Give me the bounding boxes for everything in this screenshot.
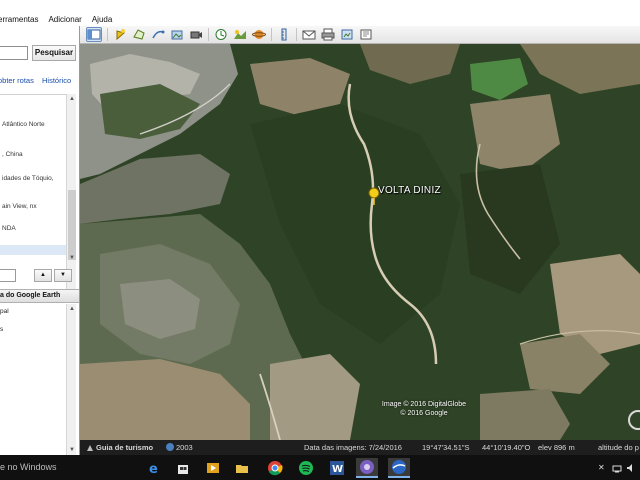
get-directions-link[interactable]: obter rotas [0, 76, 34, 85]
tour-guide-label[interactable]: Guia de turismo [96, 443, 153, 452]
edge-icon[interactable]: e [143, 458, 165, 478]
search-results-list: Atlântico Norte , China idades de Tóquio… [0, 94, 66, 282]
search-links: obter rotas Histórico [0, 76, 79, 88]
polygon-tool-icon[interactable] [131, 27, 147, 42]
ruler-icon[interactable] [276, 27, 292, 42]
results-nav-row: ▲ ▼ [0, 268, 79, 284]
list-item[interactable]: s [0, 326, 3, 333]
satellite-imagery [80, 44, 640, 440]
sunlight-icon[interactable] [232, 27, 248, 42]
next-button[interactable]: ▼ [54, 269, 72, 282]
word-icon[interactable]: W [326, 458, 348, 478]
placemark-label[interactable]: VOLTA DINIZ [378, 185, 441, 196]
latitude-readout: 19°47'34.51"S [422, 443, 470, 452]
sidebar-panel: Pesquisar obter rotas Histórico Atlântic… [0, 26, 80, 456]
svg-text:e: e [149, 462, 158, 475]
earth-app-icon[interactable] [356, 458, 378, 478]
search-row: Pesquisar [0, 44, 79, 62]
file-explorer-icon[interactable] [231, 458, 253, 478]
media-player-icon[interactable] [202, 458, 224, 478]
earth-map-view[interactable]: VOLTA DINIZ Image © 2016 DigitalGlobe © … [80, 44, 640, 440]
results-scrollbar[interactable]: ▲ ▼ [66, 94, 76, 294]
previous-button[interactable]: ▲ [34, 269, 52, 282]
sidebar-toggle-icon[interactable] [86, 27, 102, 42]
email-icon[interactable] [301, 27, 317, 42]
scroll-down-arrow-icon[interactable]: ▼ [68, 254, 76, 262]
path-tool-icon[interactable] [150, 27, 166, 42]
menu-add[interactable]: Adicionar [43, 15, 86, 24]
imagery-year: 2003 [176, 443, 193, 452]
copyright-line: © 2016 Google [400, 410, 448, 417]
scroll-up-arrow-icon[interactable]: ▲ [68, 95, 76, 103]
tray-chevron-icon[interactable]: ✕ [598, 463, 605, 472]
record-tour-icon[interactable] [188, 27, 204, 42]
list-item[interactable]: ain View, nx [2, 203, 37, 210]
menu-tools[interactable]: erramentas [0, 15, 43, 24]
google-earth-icon[interactable] [388, 458, 410, 478]
svg-text:W: W [332, 464, 343, 475]
list-item[interactable]: NDA [2, 225, 16, 232]
placemark-tool-icon[interactable] [112, 27, 128, 42]
elevation-readout: elev 896 m [538, 443, 575, 452]
scrollbar-thumb[interactable] [68, 190, 76, 260]
menu-bar: erramentas Adicionar Ajuda [0, 12, 640, 26]
menu-help[interactable]: Ajuda [87, 15, 117, 24]
view-in-maps-icon[interactable] [358, 27, 374, 42]
spotify-icon[interactable] [295, 458, 317, 478]
scroll-up-arrow-icon[interactable]: ▲ [68, 305, 76, 313]
network-icon[interactable] [612, 463, 622, 473]
status-bar: Guia de turismo 2003 Data das imagens: 7… [80, 440, 640, 455]
results-page-field[interactable] [0, 269, 16, 282]
taskbar-search-box[interactable]: e no Windows [0, 462, 57, 472]
places-panel-header[interactable]: a do Google Earth [0, 289, 79, 303]
history-link[interactable]: Histórico [42, 76, 71, 85]
scroll-down-arrow-icon[interactable]: ▼ [68, 446, 76, 454]
selected-result-highlight [0, 245, 66, 255]
list-item[interactable]: pal [0, 308, 9, 315]
tour-guide-icon[interactable] [86, 444, 94, 452]
toolbar [80, 26, 640, 44]
image-overlay-icon[interactable] [169, 27, 185, 42]
imagery-copyright: Image © 2016 DigitalGlobe © 2016 Google [364, 400, 484, 418]
places-list: pal s [0, 304, 66, 454]
search-input[interactable] [0, 46, 28, 60]
historical-imagery-icon[interactable] [213, 27, 229, 42]
list-item[interactable]: , China [2, 151, 23, 158]
planets-icon[interactable] [251, 27, 267, 42]
search-button[interactable]: Pesquisar [32, 45, 76, 61]
list-item[interactable]: Atlântico Norte [2, 121, 45, 128]
historical-imagery-indicator-icon[interactable] [166, 443, 174, 451]
imagery-date: Data das imagens: 7/24/2016 [304, 443, 402, 452]
store-icon[interactable] [172, 458, 194, 478]
windows-taskbar: e no Windows e W ✕ [0, 455, 640, 480]
save-image-icon[interactable] [339, 27, 355, 42]
print-icon[interactable] [320, 27, 336, 42]
places-scrollbar[interactable]: ▲ ▼ [66, 304, 76, 456]
eye-altitude-readout: altitude do p [598, 443, 639, 452]
chrome-icon[interactable] [264, 458, 286, 478]
longitude-readout: 44°10'19.40"O [482, 443, 531, 452]
list-item[interactable]: idades de Tóquio, [2, 175, 54, 182]
copyright-line: Image © 2016 DigitalGlobe [381, 401, 467, 408]
volume-icon[interactable] [626, 463, 636, 473]
